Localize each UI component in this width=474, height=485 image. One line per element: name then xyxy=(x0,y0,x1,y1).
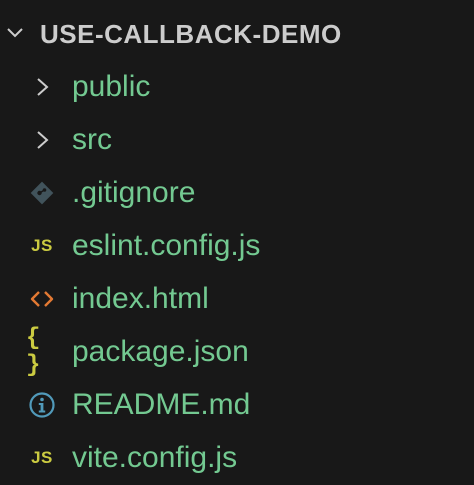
root-folder-title: USE-CALLBACK-DEMO xyxy=(40,19,342,49)
tree-item-label: vite.config.js xyxy=(72,441,238,474)
tree-item-label: .gitignore xyxy=(72,176,196,209)
tree-item-eslint-config[interactable]: JS eslint.config.js xyxy=(0,221,474,271)
tree-item-vite-config[interactable]: JS vite.config.js xyxy=(0,433,474,483)
tree-item-readme[interactable]: README.md xyxy=(0,380,474,430)
chevron-down-icon[interactable] xyxy=(4,22,26,44)
html-icon xyxy=(26,285,58,313)
tree-item-label: README.md xyxy=(72,388,251,421)
tree-item-package-json[interactable]: { } package.json xyxy=(0,325,474,379)
tree-item-label: index.html xyxy=(72,282,209,315)
chevron-right-icon[interactable] xyxy=(26,73,58,101)
git-icon xyxy=(26,179,58,207)
javascript-icon: JS xyxy=(31,236,53,255)
tree-item-gitignore[interactable]: .gitignore xyxy=(0,168,474,218)
tree-item-public[interactable]: public xyxy=(0,62,474,112)
file-explorer: USE-CALLBACK-DEMO public src .gitignore … xyxy=(0,0,474,485)
javascript-icon: JS xyxy=(31,448,53,467)
tree-item-src[interactable]: src xyxy=(0,115,474,165)
info-icon xyxy=(26,391,58,419)
tree-item-index-html[interactable]: index.html xyxy=(0,274,474,324)
json-icon: { } xyxy=(26,325,42,379)
chevron-right-icon[interactable] xyxy=(26,126,58,154)
tree-item-label: src xyxy=(72,123,112,156)
tree-item-label: public xyxy=(72,70,151,103)
explorer-root-folder[interactable]: USE-CALLBACK-DEMO xyxy=(0,12,474,56)
tree-item-label: package.json xyxy=(72,335,249,368)
tree-item-label: eslint.config.js xyxy=(72,229,261,262)
